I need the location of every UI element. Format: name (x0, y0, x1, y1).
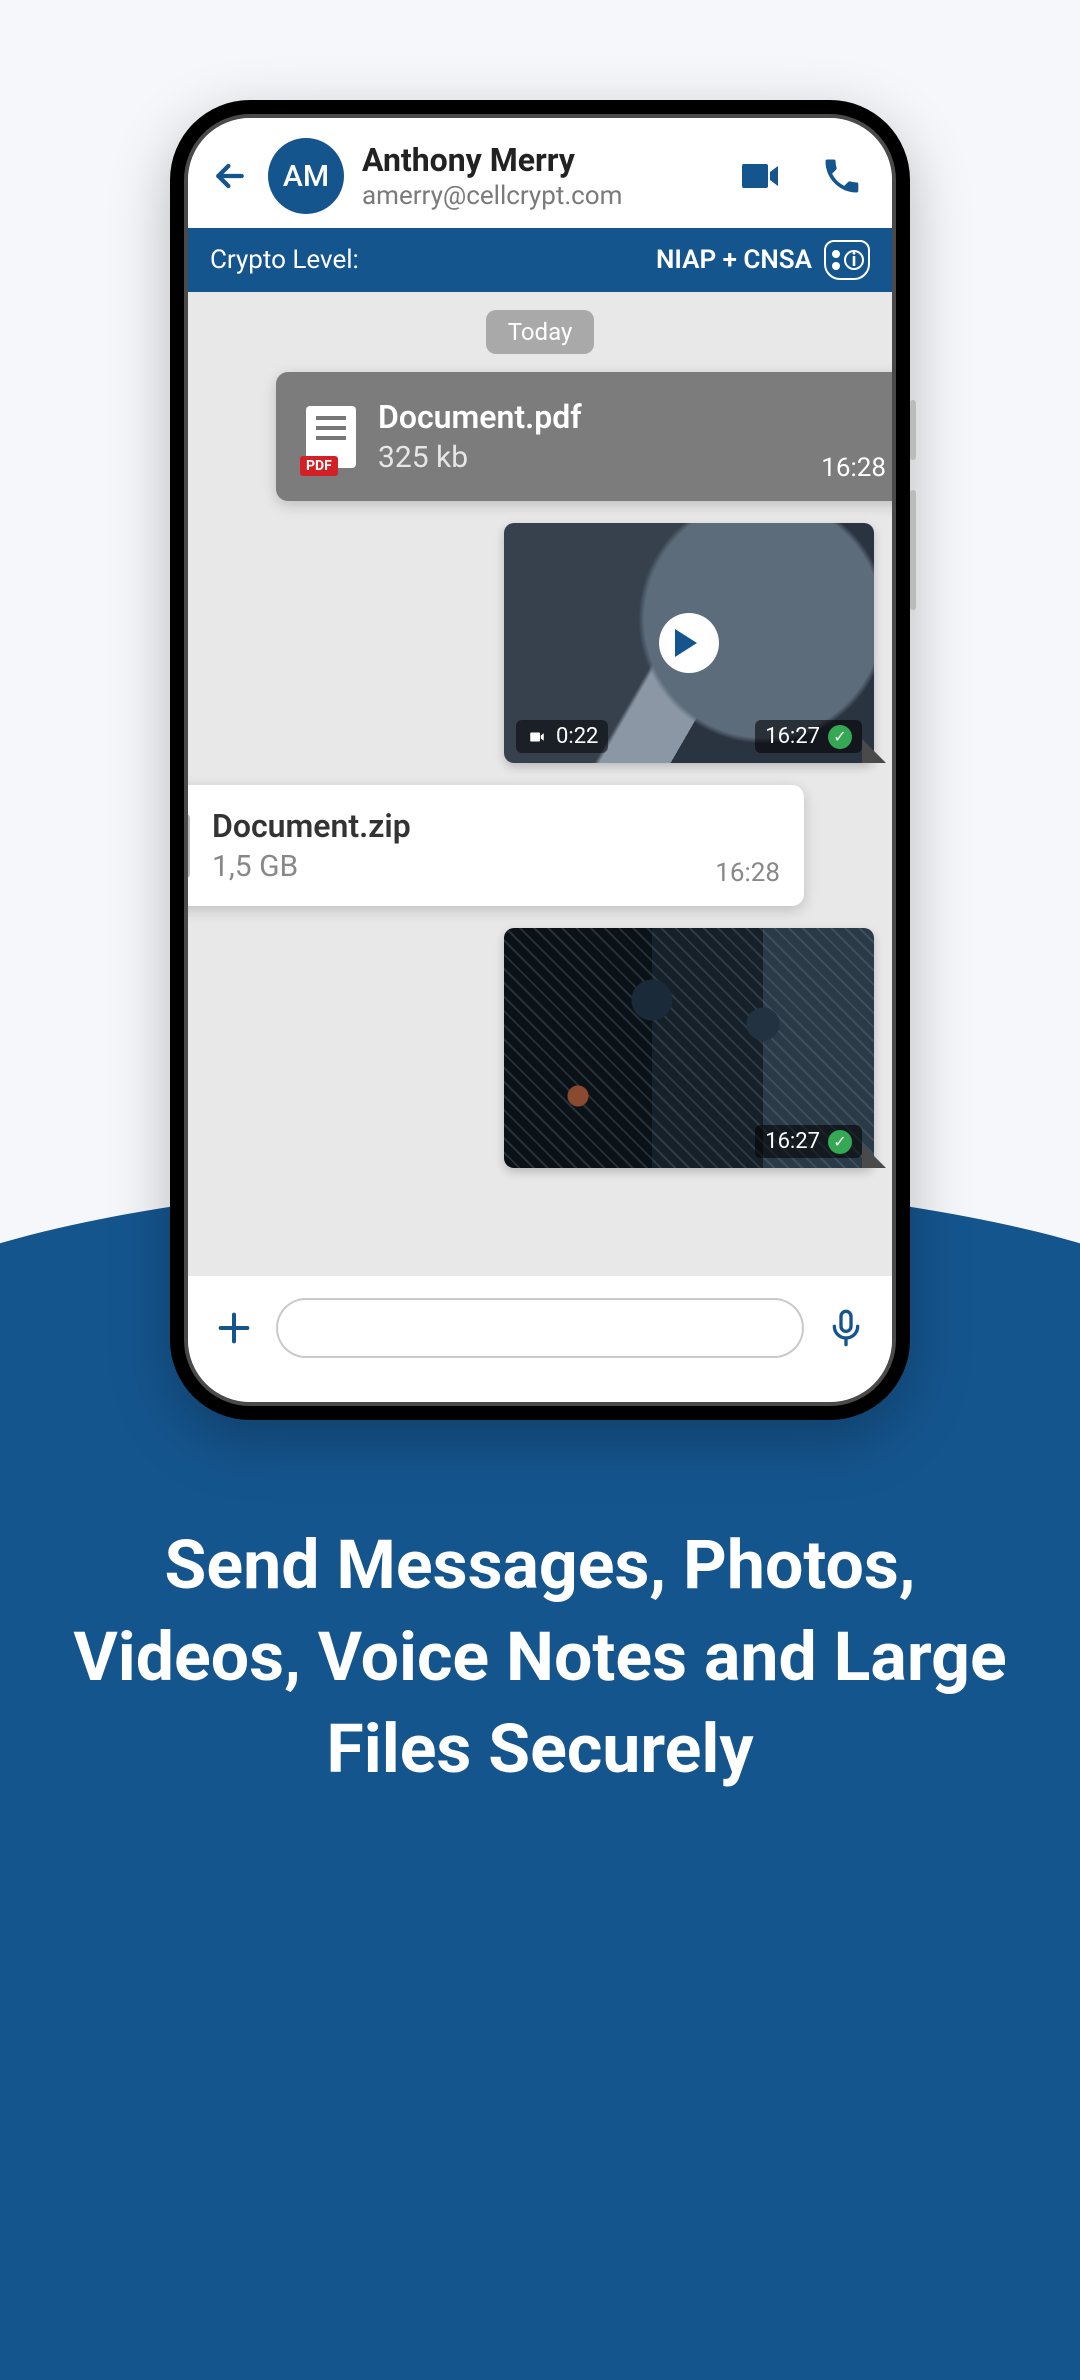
message-meta: 16:27 ✓ (755, 720, 862, 753)
avatar-initials: AM (283, 159, 329, 194)
message-input-bar (188, 1276, 892, 1402)
voice-call-button[interactable] (820, 154, 864, 198)
crypto-value: NIAP + CNSA (656, 245, 812, 275)
message-input[interactable] (276, 1298, 804, 1358)
date-separator: Today (486, 310, 595, 354)
video-duration-badge: 0:22 (516, 720, 608, 753)
message-meta: 16:28 (715, 858, 780, 888)
message-meta: 16:27 ✓ (755, 1125, 862, 1158)
chat-header: AM Anthony Merry amerry@cellcrypt.com (188, 118, 892, 228)
phone-frame: AM Anthony Merry amerry@cellcrypt.com Cr… (170, 100, 910, 1420)
delivered-check-icon: ✓ (828, 1130, 852, 1154)
file-row: Document.zip 1,5 GB (188, 807, 774, 884)
message-time: 16:28 (821, 453, 886, 483)
zip-icon (188, 814, 190, 878)
plus-icon (214, 1308, 254, 1348)
pdf-icon: PDF (306, 406, 356, 468)
side-button (910, 400, 916, 460)
photo-thumbnail[interactable]: 16:27 ✓ (504, 928, 874, 1168)
file-size: 1,5 GB (212, 849, 411, 884)
bubble-tail (862, 739, 886, 763)
mic-icon (826, 1304, 866, 1352)
bubble-tail (862, 1144, 886, 1168)
message-outgoing-photo[interactable]: 16:27 ✓ (504, 928, 874, 1168)
message-outgoing-video[interactable]: 0:22 16:27 ✓ (504, 523, 874, 763)
video-call-button[interactable] (736, 152, 784, 200)
file-size: 325 kb (378, 440, 582, 475)
chat-area[interactable]: Today PDF Document.pdf 325 kb 16:28 ✓ (188, 292, 892, 1278)
shield-info-icon: i (824, 240, 870, 280)
crypto-label: Crypto Level: (210, 245, 359, 275)
back-button[interactable] (210, 156, 250, 196)
file-name: Document.pdf (378, 398, 582, 436)
side-button (910, 490, 916, 610)
message-meta: 16:28 ✓ (821, 453, 892, 483)
message-time: 16:27 (765, 724, 820, 749)
message-time: 16:28 (715, 858, 780, 888)
play-icon[interactable] (659, 613, 719, 673)
avatar[interactable]: AM (268, 138, 344, 214)
mic-button[interactable] (826, 1304, 866, 1352)
contact-name: Anthony Merry (362, 141, 718, 179)
back-icon (210, 156, 250, 196)
file-row: PDF Document.pdf 325 kb (306, 398, 892, 475)
video-thumbnail[interactable]: 0:22 16:27 ✓ (504, 523, 874, 763)
pdf-badge: PDF (300, 456, 338, 476)
crypto-value-group[interactable]: NIAP + CNSA i (656, 240, 870, 280)
message-time: 16:27 (765, 1129, 820, 1154)
crypto-level-bar: Crypto Level: NIAP + CNSA i (188, 228, 892, 292)
camera-icon (526, 728, 548, 746)
contact-email: amerry@cellcrypt.com (362, 181, 718, 211)
video-camera-icon (736, 152, 784, 200)
contact-block[interactable]: Anthony Merry amerry@cellcrypt.com (362, 141, 718, 211)
attach-button[interactable] (214, 1308, 254, 1348)
phone-icon (820, 154, 864, 198)
screen: AM Anthony Merry amerry@cellcrypt.com Cr… (184, 114, 896, 1406)
delivered-check-icon: ✓ (828, 725, 852, 749)
file-name: Document.zip (212, 807, 411, 845)
video-duration: 0:22 (556, 724, 598, 749)
message-outgoing-file[interactable]: PDF Document.pdf 325 kb 16:28 ✓ (276, 372, 892, 501)
message-incoming-file[interactable]: Document.zip 1,5 GB 16:28 (188, 785, 804, 906)
promo-tagline: Send Messages, Photos, Videos, Voice Not… (60, 1520, 1020, 1795)
